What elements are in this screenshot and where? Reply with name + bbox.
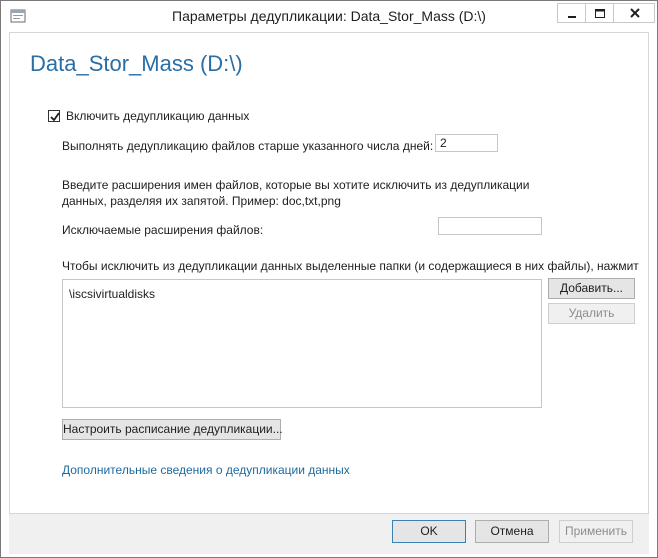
minimize-button[interactable] (557, 3, 585, 23)
days-input[interactable]: 2 (435, 134, 498, 152)
page-title: Data_Stor_Mass (D:\) (30, 51, 243, 76)
dialog-footer: OK Отмена Применить (9, 514, 649, 554)
title-bar[interactable]: Параметры дедупликации: Data_Stor_Mass (… (1, 1, 657, 32)
remove-folder-button[interactable]: Удалить (548, 303, 635, 324)
minimize-icon (568, 16, 576, 18)
days-label: Выполнять дедупликацию файлов старше ука… (62, 139, 434, 153)
close-button[interactable] (613, 3, 655, 23)
cancel-button[interactable]: Отмена (475, 520, 549, 543)
checkmark-icon (50, 112, 60, 122)
enable-dedup-label[interactable]: Включить дедупликацию данных (66, 109, 249, 123)
close-icon (630, 8, 640, 18)
enable-dedup-checkbox[interactable] (48, 110, 60, 122)
schedule-button[interactable]: Настроить расписание дедупликации... (62, 419, 283, 440)
list-item[interactable]: \iscsivirtualdisks (69, 287, 155, 301)
excluded-extensions-input[interactable] (438, 217, 542, 235)
ok-button[interactable]: OK (392, 520, 466, 543)
content-panel: Data_Stor_Mass (D:\) Включить дедупликац… (9, 32, 649, 514)
more-info-link[interactable]: Дополнительные сведения о дедупликации д… (62, 463, 350, 477)
apply-button[interactable]: Применить (559, 520, 633, 543)
folders-info: Чтобы исключить из дедупликации данных в… (62, 259, 639, 273)
extensions-info-line2: данных, разделяя их запятой. Пример: doc… (62, 194, 341, 208)
maximize-button[interactable] (585, 3, 613, 23)
extensions-info-line1: Введите расширения имен файлов, которые … (62, 178, 530, 192)
maximize-icon (595, 9, 605, 18)
add-folder-button[interactable]: Добавить... (548, 278, 635, 299)
excluded-folders-list[interactable]: \iscsivirtualdisks (62, 279, 542, 408)
excluded-extensions-label: Исключаемые расширения файлов: (62, 223, 264, 237)
dedup-settings-window: Параметры дедупликации: Data_Stor_Mass (… (0, 0, 658, 558)
